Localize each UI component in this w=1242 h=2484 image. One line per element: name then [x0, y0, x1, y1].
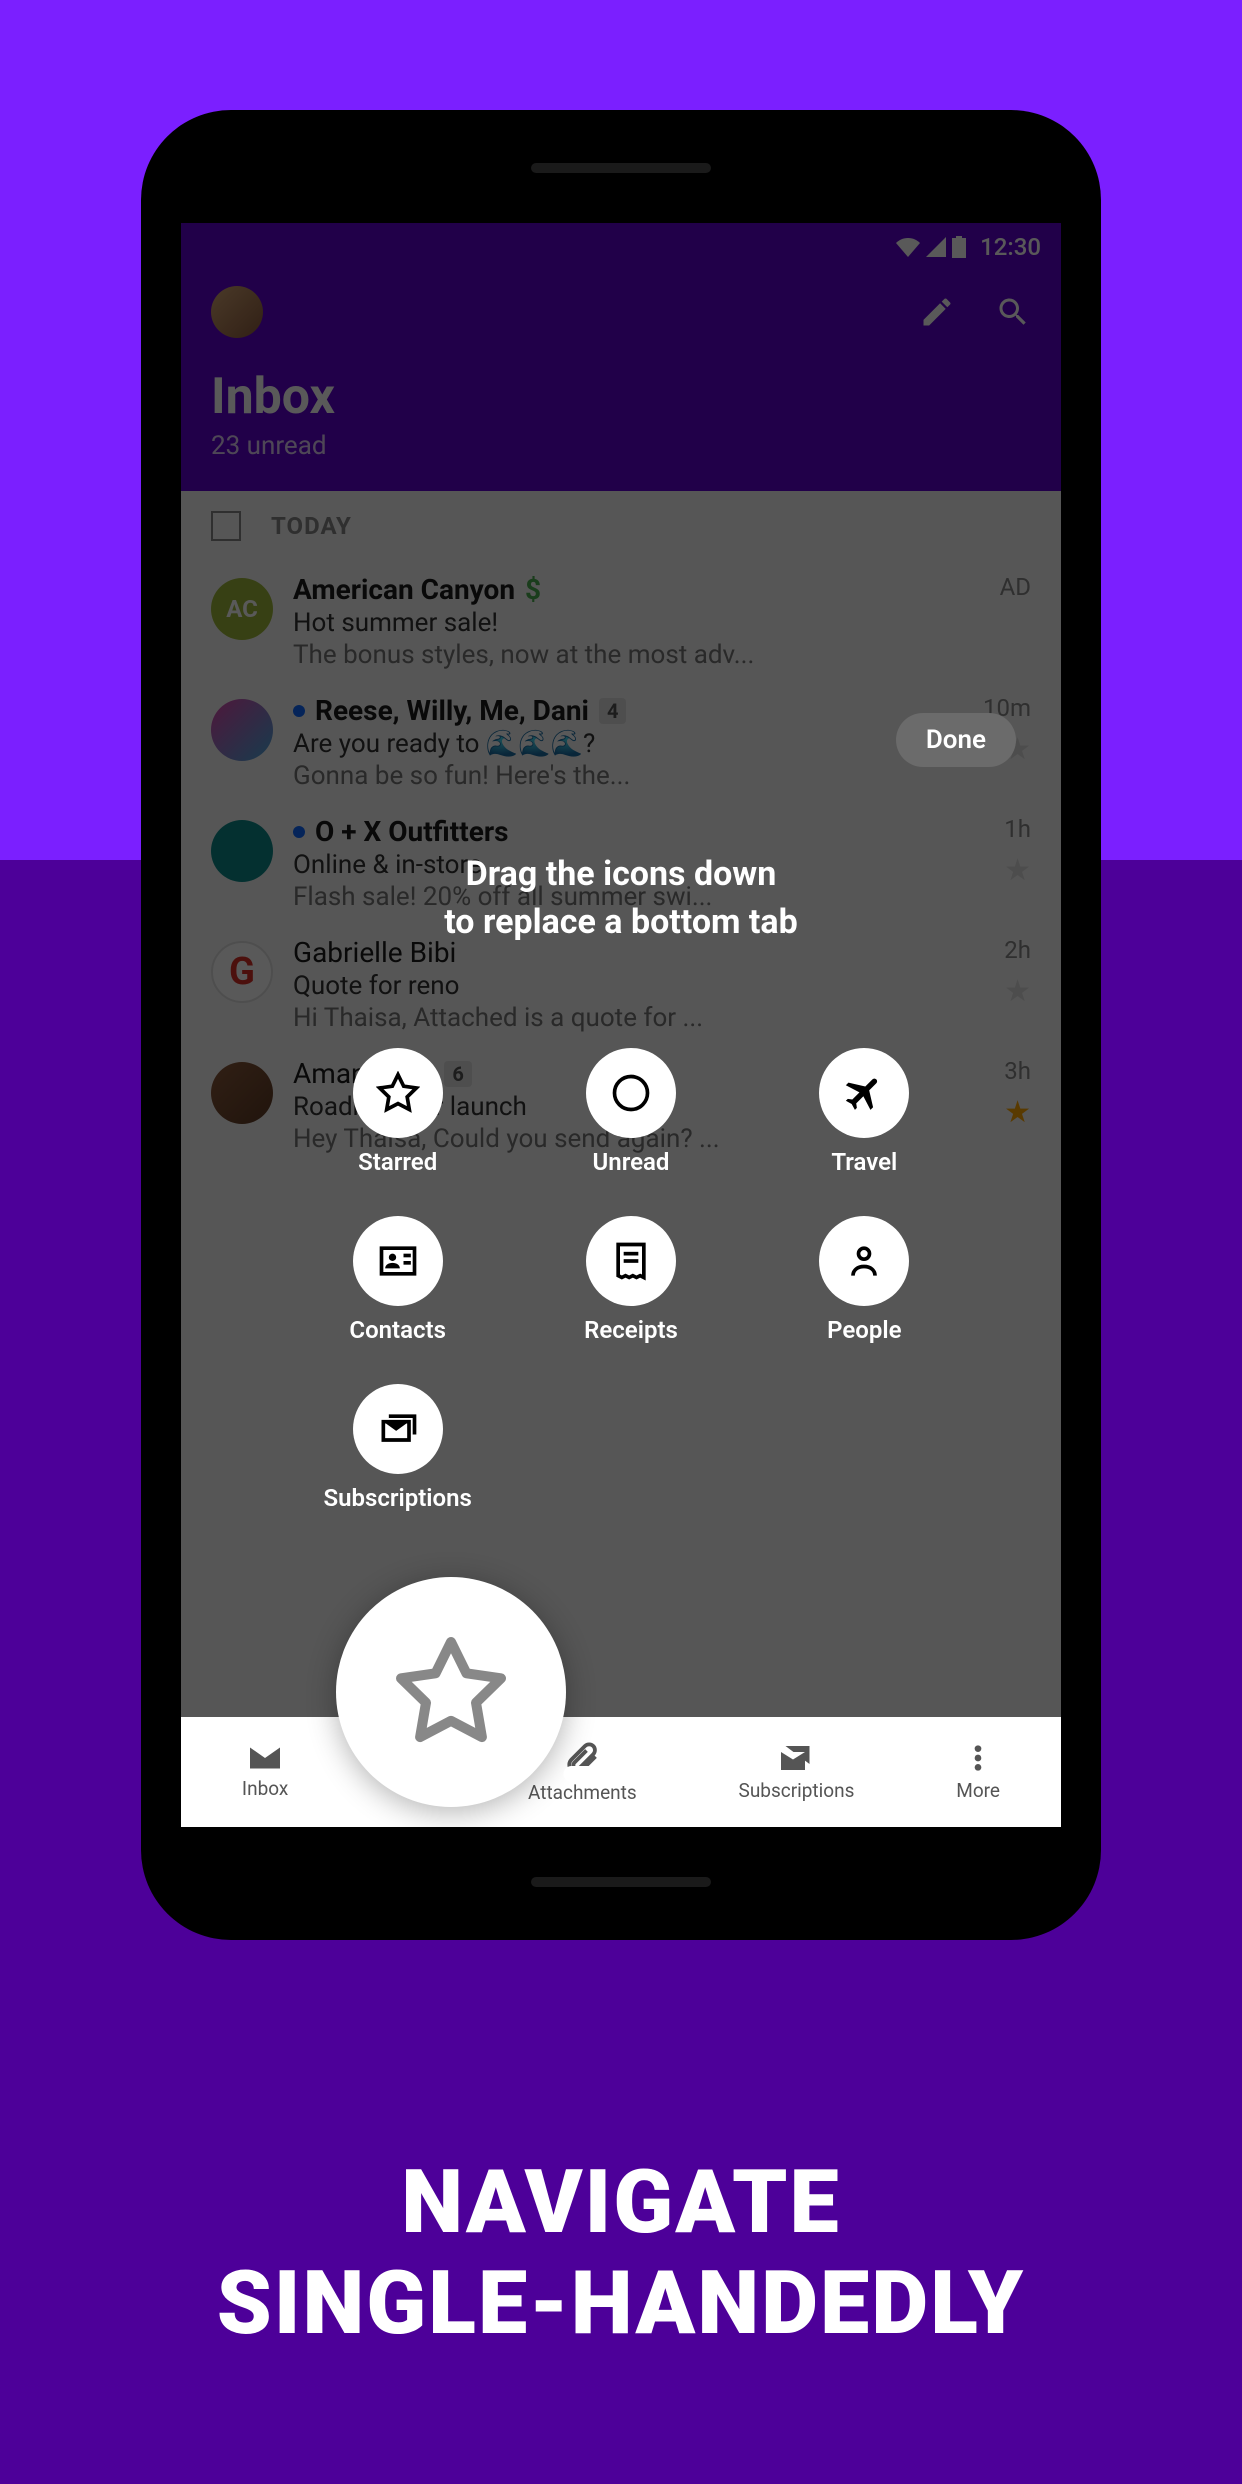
nav-inbox[interactable]: Inbox	[242, 1744, 288, 1800]
promo-caption: NAVIGATE SINGLE-HANDEDLY	[0, 2152, 1242, 2354]
person-icon	[842, 1239, 886, 1283]
more-icon	[960, 1742, 996, 1774]
draggable-icons-grid: Starred Unread Travel Contacts Receipts	[321, 1048, 941, 1512]
nav-more[interactable]: More	[956, 1742, 1000, 1802]
tutorial-text: Drag the icons down to replace a bottom …	[444, 851, 798, 946]
drag-people[interactable]: People	[788, 1216, 941, 1344]
receipt-icon	[609, 1239, 653, 1283]
contacts-icon	[376, 1239, 420, 1283]
drag-receipts[interactable]: Receipts	[554, 1216, 707, 1344]
drag-travel[interactable]: Travel	[788, 1048, 941, 1176]
dragged-star-bubble[interactable]	[336, 1577, 566, 1807]
drag-contacts[interactable]: Contacts	[321, 1216, 474, 1344]
drag-subscriptions[interactable]: Subscriptions	[321, 1384, 474, 1512]
subscriptions-icon	[778, 1742, 814, 1774]
circle-icon	[609, 1071, 653, 1115]
airplane-icon	[842, 1071, 886, 1115]
drag-starred[interactable]: Starred	[321, 1048, 474, 1176]
inbox-icon	[247, 1744, 283, 1772]
star-icon	[391, 1632, 511, 1752]
subscriptions-icon	[376, 1407, 420, 1451]
drag-unread[interactable]: Unread	[554, 1048, 707, 1176]
phone-frame: 12:30 Inbox 23 unread TODAY	[141, 110, 1101, 1940]
done-button[interactable]: Done	[896, 713, 1016, 767]
app-screen: 12:30 Inbox 23 unread TODAY	[181, 223, 1061, 1827]
home-indicator[interactable]	[564, 1766, 679, 1782]
star-icon	[376, 1071, 420, 1115]
nav-subscriptions[interactable]: Subscriptions	[739, 1742, 855, 1802]
